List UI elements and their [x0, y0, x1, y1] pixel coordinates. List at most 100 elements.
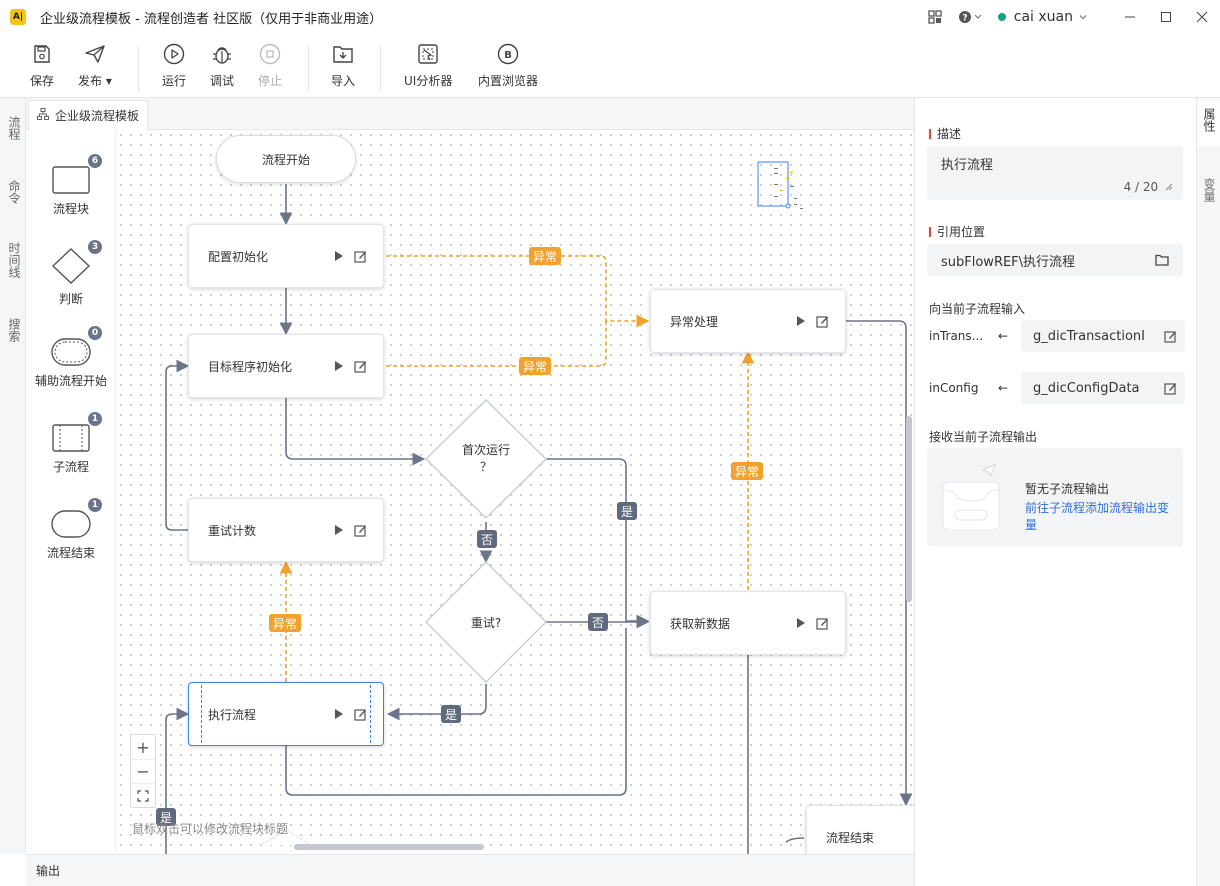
reference-path-value: subFlowREF\执行流程	[941, 254, 1076, 270]
run-node-icon[interactable]	[334, 524, 344, 536]
node-flow-end[interactable]: 流程结束	[806, 805, 914, 854]
tab-enterprise-template[interactable]: 企业级流程模板	[28, 100, 149, 130]
input-param-value[interactable]: g_dicTransactionI	[1021, 320, 1185, 352]
import-label: 导入	[331, 74, 356, 88]
minimap[interactable]	[756, 160, 820, 212]
save-label: 保存	[30, 74, 55, 88]
run-node-icon[interactable]	[334, 708, 344, 720]
tab-variables[interactable]: 变量	[1200, 178, 1218, 202]
window-title: 企业级流程模板 - 流程创造者 社区版（仅用于非商业用途）	[40, 11, 383, 27]
edit-icon[interactable]	[816, 617, 829, 630]
palette-label: 判断	[58, 292, 83, 306]
ui-analyzer-icon	[416, 42, 440, 66]
edge-label-exception: 异常	[519, 357, 552, 375]
node-label: 获取新数据	[670, 616, 731, 631]
help-icon[interactable]: ?	[956, 8, 986, 26]
diamond-icon	[52, 248, 90, 284]
edit-icon[interactable]	[354, 360, 367, 373]
edit-icon	[1164, 330, 1176, 343]
edge-label-no: 否	[588, 613, 609, 631]
bug-icon	[210, 42, 234, 66]
decision-first-run[interactable]: 首次运行 ？	[446, 442, 526, 476]
zoom-in-button[interactable]: +	[131, 735, 155, 759]
flow-canvas[interactable]: 流程开始 配置初始化 目标程序初始化 重试计数 执行流程 异常处理 获取新数据 …	[116, 130, 914, 854]
reference-path-field[interactable]: subFlowREF\执行流程	[927, 244, 1183, 276]
palette-item-end[interactable]: 流程结束 1	[26, 498, 116, 561]
vertical-scrollbar[interactable]	[906, 416, 912, 602]
apps-icon[interactable]	[926, 8, 944, 26]
stop-label: 停止	[258, 74, 283, 88]
count-badge: 0	[88, 326, 102, 340]
palette-item-aux-start[interactable]: 辅助流程开始 0	[26, 326, 116, 389]
app-window: A| 企业级流程模板 - 流程创造者 社区版（仅用于非商业用途） ? cai x…	[0, 0, 1220, 886]
publish-label: 发布 ▾	[78, 74, 112, 88]
zoom-out-button[interactable]: −	[131, 759, 155, 783]
flow-tree-icon	[37, 108, 49, 123]
stop-button[interactable]: 停止	[258, 42, 282, 89]
palette-label: 流程结束	[46, 546, 95, 560]
node-fetch-data[interactable]: 获取新数据	[650, 591, 846, 655]
decision-retry[interactable]: 重试?	[446, 614, 526, 631]
debug-button[interactable]: 调试	[210, 42, 234, 89]
edge-label-yes: 是	[441, 705, 462, 723]
publish-button[interactable]: 发布 ▾	[78, 42, 112, 89]
save-button[interactable]: 保存	[30, 42, 54, 89]
browser-label: 内置浏览器	[478, 74, 539, 88]
tab-timeline[interactable]: 时间线	[3, 242, 23, 278]
count-badge: 1	[88, 412, 102, 426]
user-name: cai xuan	[1013, 9, 1073, 25]
browser-button[interactable]: B 内置浏览器	[478, 42, 538, 89]
subflow-marker	[201, 685, 202, 743]
input-param-value[interactable]: g_dicConfigData	[1021, 372, 1185, 404]
component-palette: 流程块 6 判断 3 辅助流程开始 0 子流程 1 流程结束 1	[26, 130, 116, 854]
flow-start-node[interactable]: 流程开始	[216, 135, 356, 183]
user-menu[interactable]: cai xuan	[997, 9, 1088, 25]
ui-analyzer-button[interactable]: UI分析器	[404, 42, 452, 89]
close-button[interactable]	[1184, 0, 1220, 34]
run-label: 运行	[162, 74, 187, 88]
tab-commands[interactable]: 命令	[3, 180, 23, 204]
node-config-init[interactable]: 配置初始化	[188, 224, 384, 288]
edit-icon[interactable]	[354, 524, 367, 537]
edge-label-exception: 异常	[731, 462, 764, 480]
output-panel-tab[interactable]: 输出	[26, 854, 914, 886]
node-retry-count[interactable]: 重试计数	[188, 498, 384, 562]
desc-section-label: 描述	[929, 125, 961, 142]
input-param-name: inConfig	[929, 381, 979, 395]
description-field[interactable]: 执行流程 4 / 20	[927, 146, 1183, 200]
empty-inbox-icon	[942, 463, 1000, 530]
minimize-button[interactable]	[1112, 0, 1148, 34]
maximize-button[interactable]	[1148, 0, 1184, 34]
fit-view-button[interactable]	[131, 783, 155, 807]
edit-icon[interactable]	[354, 708, 367, 721]
run-button[interactable]: 运行	[162, 42, 186, 89]
palette-item-decision[interactable]: 判断 3	[26, 240, 116, 307]
node-target-init[interactable]: 目标程序初始化	[188, 334, 384, 398]
tab-properties[interactable]: 属性	[1197, 100, 1220, 146]
edit-icon	[1164, 382, 1176, 395]
palette-label: 流程块	[52, 202, 89, 216]
node-label: 目标程序初始化	[208, 359, 293, 374]
palette-item-block[interactable]: 流程块 6	[26, 154, 116, 217]
node-execute-subflow[interactable]: 执行流程	[188, 682, 384, 746]
import-button[interactable]: 导入	[331, 42, 355, 89]
palette-item-subflow[interactable]: 子流程 1	[26, 412, 116, 475]
run-node-icon[interactable]	[334, 360, 344, 372]
horizontal-scrollbar[interactable]	[294, 844, 484, 850]
tab-flow[interactable]: 流程	[3, 116, 23, 140]
count-badge: 3	[88, 240, 102, 254]
folder-icon[interactable]	[1155, 254, 1169, 266]
subflow-icon	[52, 424, 90, 452]
node-exception-handling[interactable]: 异常处理	[650, 289, 846, 353]
add-output-link[interactable]: 前往子流程添加流程输出变量	[1025, 500, 1175, 534]
edit-icon[interactable]	[816, 315, 829, 328]
tab-search[interactable]: 搜索	[3, 318, 23, 342]
count-badge: 1	[88, 498, 102, 512]
rect-icon	[52, 166, 90, 194]
run-node-icon[interactable]	[796, 617, 806, 629]
run-node-icon[interactable]	[334, 250, 344, 262]
run-node-icon[interactable]	[796, 315, 806, 327]
browser-icon: B	[496, 42, 520, 66]
edit-icon[interactable]	[354, 250, 367, 263]
assign-arrow-icon: ←	[997, 381, 1009, 395]
